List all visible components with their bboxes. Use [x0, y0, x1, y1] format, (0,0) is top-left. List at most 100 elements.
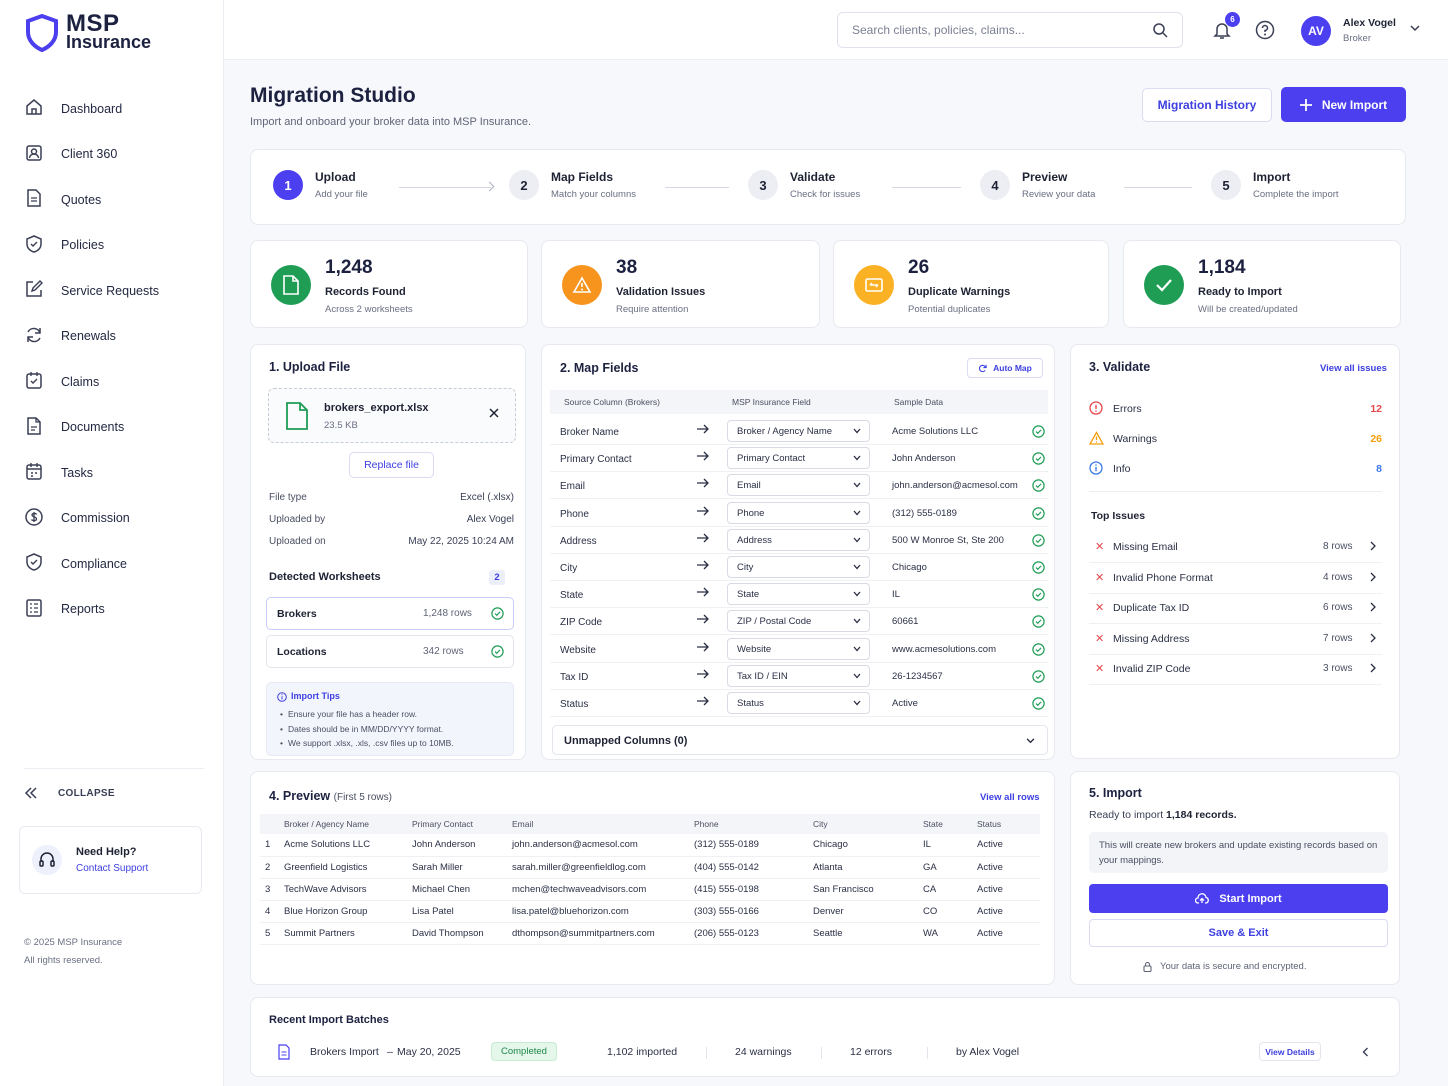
step-preview[interactable]: 4 Preview Review your data — [980, 170, 1095, 200]
field-select[interactable]: Email — [727, 474, 870, 497]
table-cell: Active — [977, 900, 1040, 923]
step-connector — [399, 187, 491, 188]
duplicate-icon — [854, 265, 894, 305]
table-cell: TechWave Advisors — [284, 878, 412, 901]
field-select[interactable]: Status — [727, 692, 870, 714]
issue-item[interactable]: ✕ Missing Address 7 rows — [1089, 624, 1382, 655]
column-header — [260, 814, 284, 834]
document-icon — [24, 188, 44, 211]
sidebar-item-dashboard[interactable]: Dashboard — [24, 86, 204, 132]
chevron-down-icon — [853, 455, 861, 461]
meta-value: May 22, 2025 10:24 AM — [408, 536, 514, 547]
auto-map-button[interactable]: Auto Map — [967, 358, 1043, 378]
field-select[interactable]: Primary Contact — [727, 447, 870, 470]
field-select[interactable]: Website — [727, 637, 870, 660]
view-all-rows-link[interactable]: View all rows — [980, 792, 1040, 803]
source-column: Website — [560, 644, 596, 656]
view-all-issues-link[interactable]: View all issues — [1320, 363, 1387, 374]
warning-icon — [562, 265, 602, 305]
avatar[interactable]: AV — [1301, 16, 1331, 46]
replace-file-button[interactable]: Replace file — [349, 452, 434, 478]
sidebar-item-renewals[interactable]: Renewals — [24, 314, 204, 360]
migration-history-button[interactable]: Migration History — [1142, 88, 1272, 122]
step-number: 5 — [1211, 170, 1241, 200]
field-select[interactable]: ZIP / Postal Code — [727, 610, 870, 633]
sidebar-item-reports[interactable]: Reports — [24, 587, 204, 633]
sidebar-item-label: Tasks — [61, 465, 93, 480]
divider — [927, 1047, 928, 1059]
lock-icon — [1143, 961, 1152, 972]
step-number: 1 — [273, 170, 303, 200]
issue-item[interactable]: ✕ Invalid Phone Format 4 rows — [1089, 563, 1382, 594]
view-details-button[interactable]: View Details — [1259, 1042, 1321, 1061]
file-dropzone[interactable]: brokers_export.xlsx 23.5 KB — [268, 388, 516, 443]
source-column-header: Source Column (Brokers) — [564, 397, 660, 407]
file-icon — [24, 416, 44, 439]
import-title: 5. Import — [1089, 786, 1142, 800]
sidebar-item-tasks[interactable]: Tasks — [24, 450, 204, 496]
chevron-left-icon[interactable] — [1362, 1047, 1369, 1057]
unmapped-columns-toggle[interactable]: Unmapped Columns (0) — [552, 725, 1048, 755]
source-column: Tax ID — [560, 671, 589, 683]
issue-name: Invalid Phone Format — [1113, 571, 1213, 584]
worksheet-item[interactable]: Brokers 1,248 rows — [266, 597, 514, 630]
search-icon[interactable] — [1152, 22, 1168, 38]
table-cell: Active — [977, 922, 1040, 945]
field-select[interactable]: Broker / Agency Name — [727, 420, 870, 442]
help-icon[interactable] — [1255, 20, 1275, 40]
field-select[interactable]: Phone — [727, 501, 870, 524]
field-select-value: Phone — [737, 507, 765, 519]
new-import-button[interactable]: New Import — [1281, 87, 1406, 122]
stat-card-records-found: 1,248 Records Found Across 2 worksheets — [250, 240, 528, 328]
issue-item[interactable]: ✕ Missing Email 8 rows — [1089, 532, 1382, 563]
sidebar-item-compliance[interactable]: Compliance — [24, 541, 204, 587]
step-validate[interactable]: 3 Validate Check for issues — [748, 170, 860, 200]
close-icon[interactable] — [489, 408, 499, 418]
validation-label: Errors — [1113, 403, 1142, 415]
user-name[interactable]: Alex Vogel — [1343, 17, 1396, 29]
import-card: 5. Import Ready to import 1,184 records.… — [1070, 771, 1400, 985]
sidebar-item-documents[interactable]: Documents — [24, 405, 204, 451]
step-title: Validate — [790, 170, 836, 184]
worksheet-item[interactable]: Locations 342 rows — [266, 635, 514, 668]
step-import[interactable]: 5 Import Complete the import — [1211, 170, 1339, 200]
start-import-button[interactable]: Start Import — [1089, 884, 1388, 913]
ready-prefix: Ready to import — [1089, 809, 1164, 821]
field-select[interactable]: City — [727, 556, 870, 578]
issue-item[interactable]: ✕ Duplicate Tax ID 6 rows — [1089, 593, 1382, 624]
sidebar-item-commission[interactable]: Commission — [24, 496, 204, 542]
step-connector — [1124, 187, 1192, 188]
sidebar-item-client-360[interactable]: Client 360 — [24, 132, 204, 178]
sidebar-item-claims[interactable]: Claims — [24, 359, 204, 405]
mapping-row: Broker Name Broker / Agency Name Acme Solu… — [550, 418, 1048, 445]
sidebar-item-service-requests[interactable]: Service Requests — [24, 268, 204, 314]
field-select-value: State — [737, 589, 760, 601]
field-select[interactable]: Address — [727, 528, 870, 551]
stat-label: Duplicate Warnings — [908, 286, 1011, 298]
issue-item[interactable]: ✕ Invalid ZIP Code 3 rows — [1089, 654, 1382, 685]
check-icon — [1144, 265, 1184, 305]
status-badge: Completed — [491, 1042, 557, 1061]
batch-row[interactable]: Brokers Import – May 20, 2025 Completed … — [269, 1040, 1381, 1064]
step-upload[interactable]: 1 Upload Add your file — [273, 170, 368, 200]
ready-count: 1,184 records. — [1166, 809, 1237, 821]
worksheet-name: Locations — [277, 646, 327, 658]
map-fields-card: 2. Map Fields Auto Map Source Column (Br… — [541, 344, 1055, 760]
collapse-label: COLLAPSE — [58, 787, 115, 799]
field-select[interactable]: Tax ID / EIN — [727, 664, 870, 687]
step-map-fields[interactable]: 2 Map Fields Match your columns — [509, 170, 636, 200]
sidebar-item-quotes[interactable]: Quotes — [24, 177, 204, 223]
error-x-icon: ✕ — [1095, 663, 1105, 675]
collapse-button[interactable]: COLLAPSE — [24, 768, 204, 799]
field-select[interactable]: State — [727, 583, 870, 606]
search-input[interactable] — [837, 12, 1183, 48]
sidebar-item-policies[interactable]: Policies — [24, 223, 204, 269]
batch-date: May 20, 2025 — [397, 1046, 461, 1058]
contact-support-link[interactable]: Contact Support — [76, 863, 148, 874]
save-exit-button[interactable]: Save & Exit — [1089, 919, 1388, 947]
chevron-down-icon[interactable] — [1410, 24, 1420, 32]
step-connector — [665, 187, 729, 188]
file-icon — [286, 402, 308, 430]
brand-logo[interactable]: MSP Insurance — [26, 12, 151, 52]
file-meta-row: Uploaded by Alex Vogel — [269, 514, 514, 525]
